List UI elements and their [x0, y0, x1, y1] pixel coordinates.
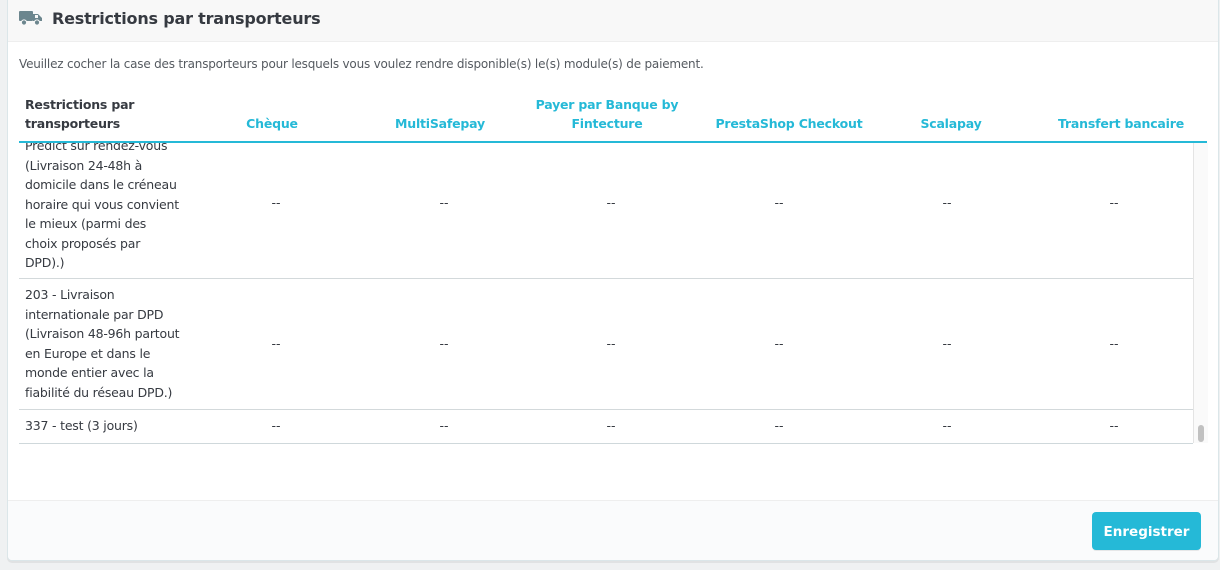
restriction-cell-prestashop-checkout[interactable]: --: [694, 336, 864, 351]
restriction-cell-multisafepay[interactable]: --: [359, 336, 529, 351]
carrier-name-line: horaire qui vous convient: [25, 196, 179, 212]
carrier-name-line: le mieux (parmi des: [25, 216, 147, 231]
table-row: 337 - test (3 jours) -- -- -- -- -- --: [19, 410, 1193, 442]
table-body[interactable]: Predict sur rendez-vous (Livraison 24-48…: [19, 143, 1193, 444]
panel-title: Restrictions par transporteurs: [52, 9, 321, 28]
panel-header: Restrictions par transporteurs: [8, 0, 1218, 42]
column-header-carrier-line2: transporteurs: [25, 116, 120, 131]
restriction-cell-fintecture[interactable]: --: [526, 418, 696, 433]
carrier-name-line: DPD).): [25, 255, 65, 270]
restriction-cell-fintecture[interactable]: --: [526, 336, 696, 351]
column-header-line2: Fintecture: [571, 116, 643, 131]
restriction-cell-scalapay[interactable]: --: [862, 336, 1032, 351]
column-header-line2: Scalapay: [920, 116, 982, 131]
table-row: 203 - Livraison internationale par DPD (…: [19, 279, 1193, 410]
carrier-name-line: (Livraison 24-48h à: [25, 157, 143, 173]
column-header-multisafepay: MultiSafepay: [355, 114, 525, 133]
restrictions-table: Restrictions par transporteurs Chèque Mu…: [19, 90, 1208, 444]
restriction-cell-transfert-bancaire[interactable]: --: [1029, 195, 1193, 210]
panel-description: Veuillez cocher la case des transporteur…: [19, 57, 704, 71]
scrollbar-thumb[interactable]: [1198, 425, 1204, 442]
table-row: Predict sur rendez-vous (Livraison 24-48…: [19, 143, 1193, 279]
restriction-cell-transfert-bancaire[interactable]: --: [1029, 336, 1193, 351]
column-header-carrier-line1: Restrictions par: [25, 97, 135, 112]
panel-footer: Enregistrer: [8, 500, 1218, 560]
carrier-name-line: Predict sur rendez-vous: [25, 143, 168, 153]
carrier-name-line: choix proposés par: [25, 235, 141, 251]
table-scrollbar[interactable]: [1193, 143, 1208, 443]
restriction-cell-multisafepay[interactable]: --: [359, 418, 529, 433]
table-header: Restrictions par transporteurs Chèque Mu…: [19, 90, 1207, 143]
restriction-cell-fintecture[interactable]: --: [526, 195, 696, 210]
carrier-name: Predict sur rendez-vous (Livraison 24-48…: [25, 143, 185, 273]
carrier-name-line: 337 - test (3 jours): [25, 418, 138, 433]
carrier-name-line: (Livraison 48-96h partout: [25, 326, 180, 341]
carrier-restrictions-panel: Restrictions par transporteurs Veuillez …: [7, 0, 1219, 561]
carrier-name-line: monde entier avec la: [25, 365, 154, 380]
carrier-name-line: domicile dans le créneau: [25, 177, 177, 192]
carrier-name: 337 - test (3 jours): [25, 416, 185, 436]
column-header-carrier: Restrictions par transporteurs: [25, 95, 185, 133]
column-header-fintecture: Payer par Banque by Fintecture: [522, 95, 692, 133]
restriction-cell-cheque[interactable]: --: [191, 195, 361, 210]
restriction-cell-transfert-bancaire[interactable]: --: [1029, 418, 1193, 433]
restriction-cell-scalapay[interactable]: --: [862, 195, 1032, 210]
column-header-transfert-bancaire: Transfert bancaire: [1036, 114, 1206, 133]
carrier-name: 203 - Livraison internationale par DPD (…: [25, 285, 185, 402]
save-button[interactable]: Enregistrer: [1092, 512, 1201, 550]
restriction-cell-scalapay[interactable]: --: [862, 418, 1032, 433]
carrier-name-line: internationale par DPD: [25, 306, 164, 322]
column-header-line2: PrestaShop Checkout: [715, 116, 863, 131]
restriction-cell-prestashop-checkout[interactable]: --: [694, 195, 864, 210]
carrier-name-line: 203 - Livraison: [25, 287, 115, 302]
column-header-cheque: Chèque: [187, 114, 357, 133]
column-header-line2: Transfert bancaire: [1058, 116, 1184, 131]
restriction-cell-cheque[interactable]: --: [191, 418, 361, 433]
restriction-cell-multisafepay[interactable]: --: [359, 195, 529, 210]
restriction-cell-cheque[interactable]: --: [191, 336, 361, 351]
column-header-line2: Chèque: [246, 116, 298, 131]
restriction-cell-prestashop-checkout[interactable]: --: [694, 418, 864, 433]
truck-icon: [19, 11, 42, 26]
column-header-line1: Payer par Banque by: [535, 97, 679, 112]
column-header-prestashop-checkout: PrestaShop Checkout: [704, 114, 874, 133]
column-header-line2: MultiSafepay: [395, 116, 485, 131]
carrier-name-line: en Europe et dans le: [25, 345, 151, 361]
carrier-name-line: fiabilité du réseau DPD.): [25, 384, 173, 400]
column-header-scalapay: Scalapay: [866, 114, 1036, 133]
